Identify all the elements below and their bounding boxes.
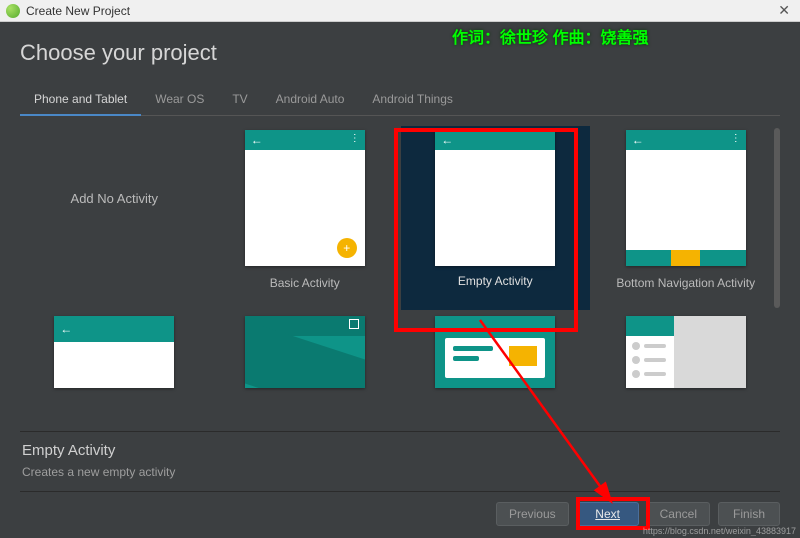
template-thumb: Add No Activity: [54, 130, 174, 266]
template-basic-activity[interactable]: ← ⋮ + Basic Activity: [211, 126, 400, 310]
appbar-icon: ←: [54, 316, 174, 342]
template-thumb: ←: [245, 316, 365, 388]
template-thumb: ←: [435, 130, 555, 266]
window-titlebar: Create New Project ✕: [0, 0, 800, 22]
template-bottom-nav[interactable]: ← ⋮ Bottom Navigation Activity: [592, 126, 781, 310]
bottom-nav-icon: [626, 250, 746, 266]
template-label: Add No Activity: [71, 191, 158, 206]
annotation-arrow: [460, 310, 660, 520]
back-arrow-icon: ←: [632, 133, 644, 147]
watermark-url: https://blog.csdn.net/weixin_43883917: [643, 526, 796, 536]
gallery-scrollbar[interactable]: [774, 128, 780, 308]
tab-android-auto[interactable]: Android Auto: [262, 86, 359, 116]
back-arrow-icon: ←: [251, 133, 263, 147]
close-icon[interactable]: ✕: [774, 2, 794, 19]
diagonal-decor: [245, 316, 365, 388]
tab-wear-os[interactable]: Wear OS: [141, 86, 218, 116]
fab-icon: +: [337, 238, 357, 258]
finish-button[interactable]: Finish: [718, 502, 780, 526]
template-label: Bottom Navigation Activity: [616, 266, 755, 290]
tab-phone-tablet[interactable]: Phone and Tablet: [20, 86, 141, 116]
template-thumb: ← ⋮: [626, 130, 746, 266]
back-arrow-icon: ←: [60, 322, 72, 336]
template-thumb: ←: [54, 316, 174, 388]
template-fullscreen[interactable]: ←: [211, 312, 400, 404]
device-tabs: Phone and Tablet Wear OS TV Android Auto…: [20, 86, 780, 116]
window-title: Create New Project: [26, 4, 774, 18]
detail-title: Empty Activity: [22, 442, 778, 459]
appbar-icon: ←: [435, 130, 555, 150]
appbar-icon: ← ⋮: [626, 130, 746, 150]
watermark-chinese: 作词：徐世珍 作曲：饶善强: [452, 24, 648, 48]
wizard-body: Choose your project Phone and Tablet Wea…: [0, 22, 800, 538]
appbar-icon: ← ⋮: [245, 130, 365, 150]
back-arrow-icon: ←: [441, 133, 453, 147]
page-heading: Choose your project: [20, 40, 780, 66]
android-studio-icon: [6, 4, 20, 18]
template-empty-activity[interactable]: ← Empty Activity: [401, 126, 590, 310]
tab-tv[interactable]: TV: [218, 86, 261, 116]
template-fragment-viewmodel[interactable]: ←: [20, 312, 209, 404]
template-thumb: ← ⋮ +: [245, 130, 365, 266]
template-detail: Empty Activity Creates a new empty activ…: [20, 431, 780, 491]
overflow-icon: ⋮: [350, 133, 359, 144]
tab-android-things[interactable]: Android Things: [358, 86, 467, 116]
template-label: Basic Activity: [270, 266, 340, 290]
template-no-activity[interactable]: Add No Activity: [20, 126, 209, 310]
template-label: Empty Activity: [458, 266, 533, 294]
overflow-icon: ⋮: [731, 133, 740, 144]
detail-desc: Creates a new empty activity: [22, 465, 778, 479]
template-gallery[interactable]: Add No Activity ← ⋮ + Basic Activity ←: [20, 120, 780, 410]
template-gallery-wrap: Add No Activity ← ⋮ + Basic Activity ←: [20, 120, 780, 431]
